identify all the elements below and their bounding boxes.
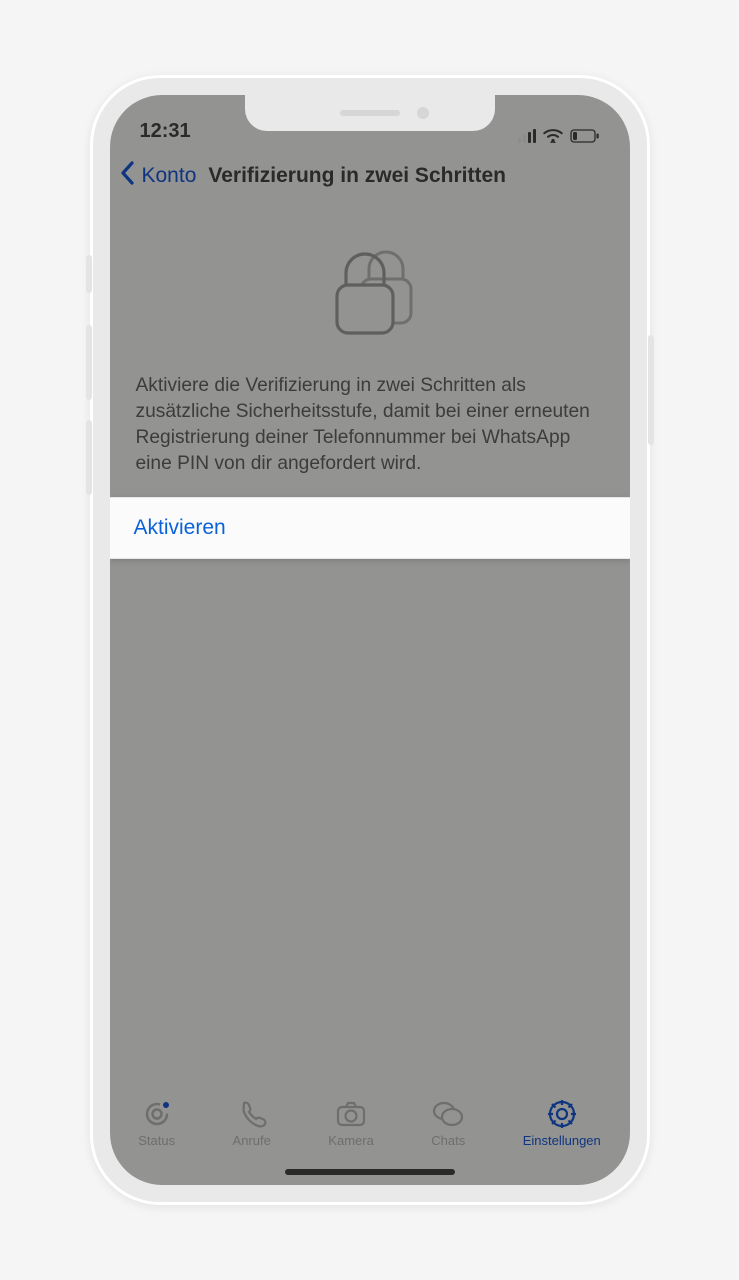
phone-frame: 12:31 Konto Ver [90,75,650,1205]
back-chevron-icon[interactable] [120,161,136,191]
speaker-grille [340,110,400,116]
tab-settings-label: Einstellungen [523,1133,601,1148]
front-camera [417,107,429,119]
tab-calls-label: Anrufe [233,1133,271,1148]
status-icon [141,1098,173,1130]
chats-icon [432,1098,464,1130]
tab-status[interactable]: Status [138,1098,175,1148]
description-text: Aktiviere die Verifizierung in zwei Schr… [110,373,630,497]
volume-down-button [86,420,92,495]
gear-icon [546,1098,578,1130]
screen: 12:31 Konto Ver [110,95,630,1185]
tab-calls[interactable]: Anrufe [233,1098,271,1148]
tab-settings[interactable]: Einstellungen [523,1098,601,1148]
tab-chats-label: Chats [431,1133,465,1148]
camera-icon [335,1098,367,1130]
tab-camera[interactable]: Kamera [328,1098,374,1148]
lock-illustration [110,235,630,345]
nav-header: Konto Verifizierung in zwei Schritten [110,147,630,205]
page-title: Verifizierung in zwei Schritten [208,164,506,188]
status-time: 12:31 [140,120,191,143]
battery-icon [570,129,600,143]
tab-chats[interactable]: Chats [431,1098,465,1148]
lock-icon [315,235,425,345]
activate-button[interactable]: Aktivieren [110,497,630,559]
status-icons [518,128,600,143]
tab-status-label: Status [138,1133,175,1148]
phone-icon [236,1098,268,1130]
signal-icon [518,129,536,143]
wifi-icon [543,128,563,143]
notch [245,95,495,131]
tab-camera-label: Kamera [328,1133,374,1148]
volume-up-button [86,325,92,400]
mute-switch [86,255,92,293]
power-button [648,335,654,445]
home-indicator[interactable] [285,1169,455,1175]
back-button[interactable]: Konto [142,164,197,188]
